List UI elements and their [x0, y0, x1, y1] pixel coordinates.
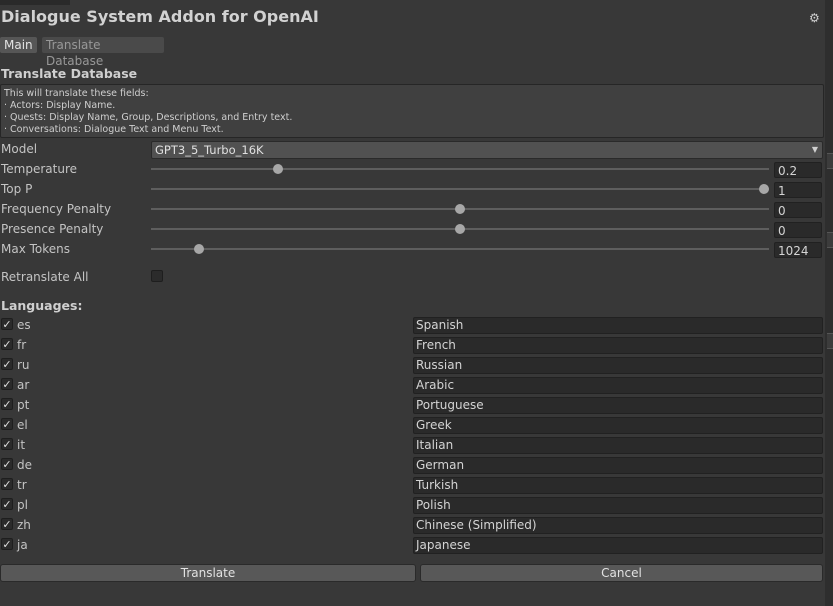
help-box: This will translate these fields: · Acto…	[0, 84, 824, 138]
language-name-field-it[interactable]: Italian	[413, 437, 823, 454]
language-name-field-ru[interactable]: Russian	[413, 357, 823, 374]
translate-button[interactable]: Translate	[0, 564, 416, 582]
language-checkbox-pt[interactable]: ✓	[1, 398, 13, 410]
frequency-penalty-value-field[interactable]: 0	[774, 202, 822, 218]
section-title: Translate Database	[1, 66, 138, 81]
frequency-penalty-label: Frequency Penalty	[1, 202, 112, 216]
retranslate-label: Retranslate All	[1, 270, 89, 284]
language-name-field-pl[interactable]: Polish	[413, 497, 823, 514]
presence-penalty-label: Presence Penalty	[1, 222, 104, 236]
language-name-field-fr[interactable]: French	[413, 337, 823, 354]
language-code-zh: zh	[17, 518, 31, 532]
panel-edge-nub	[827, 153, 833, 169]
model-value: GPT3_5_Turbo_16K	[155, 143, 264, 157]
presence-penalty-value-field[interactable]: 0	[774, 222, 822, 238]
help-line: This will translate these fields:	[4, 88, 149, 99]
language-code-fr: fr	[17, 338, 27, 352]
language-checkbox-de[interactable]: ✓	[1, 458, 13, 470]
language-name-field-ar[interactable]: Arabic	[413, 377, 823, 394]
editor-tab-strip	[0, 0, 70, 5]
max-tokens-label: Max Tokens	[1, 242, 71, 256]
language-name-field-el[interactable]: Greek	[413, 417, 823, 434]
language-checkbox-ja[interactable]: ✓	[1, 538, 13, 550]
language-name-field-pt[interactable]: Portuguese	[413, 397, 823, 414]
help-line: · Quests: Display Name, Group, Descripti…	[4, 112, 293, 123]
top-p-slider-handle[interactable]	[759, 184, 769, 194]
frequency-penalty-slider-handle[interactable]	[455, 204, 465, 214]
language-code-tr: tr	[17, 478, 27, 492]
cancel-button[interactable]: Cancel	[420, 564, 823, 582]
model-label: Model	[1, 142, 38, 156]
language-checkbox-tr[interactable]: ✓	[1, 478, 13, 490]
temperature-value-field[interactable]: 0.2	[774, 162, 822, 178]
language-checkbox-pl[interactable]: ✓	[1, 498, 13, 510]
language-code-ru: ru	[17, 358, 30, 372]
presence-penalty-slider-handle[interactable]	[455, 224, 465, 234]
language-name-field-tr[interactable]: Turkish	[413, 477, 823, 494]
tab-main[interactable]: Main	[0, 37, 37, 53]
language-code-it: it	[17, 438, 26, 452]
language-code-pl: pl	[17, 498, 28, 512]
temperature-slider-handle[interactable]	[272, 164, 283, 174]
language-name-field-zh[interactable]: Chinese (Simplified)	[413, 517, 823, 534]
language-name-field-de[interactable]: German	[413, 457, 823, 474]
retranslate-checkbox[interactable]	[151, 270, 163, 282]
model-dropdown[interactable]: GPT3_5_Turbo_16K ▼	[151, 141, 823, 159]
max-tokens-slider-track[interactable]	[151, 248, 769, 250]
top-p-slider-track[interactable]	[151, 188, 769, 190]
temperature-slider-track[interactable]	[151, 168, 769, 170]
language-checkbox-zh[interactable]: ✓	[1, 518, 13, 530]
help-line: · Actors: Display Name.	[4, 100, 116, 111]
panel-edge-nub	[827, 333, 833, 349]
window-title: Dialogue System Addon for OpenAI	[1, 7, 319, 26]
language-checkbox-it[interactable]: ✓	[1, 438, 13, 450]
language-code-pt: pt	[17, 398, 30, 412]
language-code-el: el	[17, 418, 28, 432]
max-tokens-value-field[interactable]: 1024	[774, 242, 822, 258]
language-checkbox-ru[interactable]: ✓	[1, 358, 13, 370]
languages-title: Languages:	[1, 298, 83, 313]
language-checkbox-es[interactable]: ✓	[1, 318, 13, 330]
gear-icon[interactable]: ⚙	[809, 11, 820, 25]
language-name-field-ja[interactable]: Japanese	[413, 537, 823, 554]
language-code-ja: ja	[17, 538, 28, 552]
tab-translate-database[interactable]: Translate Database	[42, 37, 164, 68]
dropdown-arrow-icon: ▼	[811, 145, 818, 154]
language-checkbox-ar[interactable]: ✓	[1, 378, 13, 390]
help-line: · Conversations: Dialogue Text and Menu …	[4, 124, 224, 135]
language-code-es: es	[17, 318, 31, 332]
temperature-label: Temperature	[1, 162, 78, 176]
language-code-de: de	[17, 458, 32, 472]
top-p-value-field[interactable]: 1	[774, 182, 822, 198]
language-code-ar: ar	[17, 378, 30, 392]
panel-edge-nub	[827, 232, 833, 248]
language-checkbox-el[interactable]: ✓	[1, 418, 13, 430]
right-panel-edge	[825, 0, 833, 606]
language-checkbox-fr[interactable]: ✓	[1, 338, 13, 350]
max-tokens-slider-handle[interactable]	[193, 244, 204, 254]
language-name-field-es[interactable]: Spanish	[413, 317, 823, 334]
top-p-label: Top P	[1, 182, 33, 196]
